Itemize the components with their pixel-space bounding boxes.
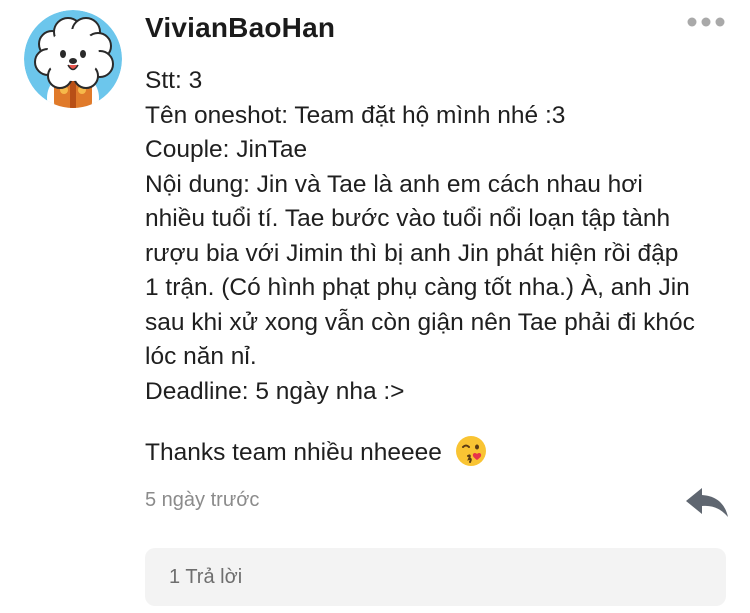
face-blowing-kiss-emoji-icon (455, 436, 486, 466)
more-dots-icon (687, 17, 725, 27)
comment-line: Tên oneshot: Team đặt hộ mình nhé :3 (145, 101, 566, 129)
comment-line: lóc năn nỉ. (145, 343, 257, 370)
comment-line: Stt: 3 (145, 67, 203, 94)
user-avatar[interactable] (24, 10, 122, 108)
comment-body: Stt: 3 Tên oneshot: Team đặt hộ mình nhé… (145, 64, 735, 409)
comment-line: rượu bia với Jimin thì bị anh Jin phát h… (145, 239, 679, 267)
comment-line: nhiều tuổi tí. Tae bước vào tuổi nổi loạ… (145, 205, 671, 232)
comment-timestamp: 5 ngày trước (145, 489, 260, 511)
thanks-text: Thanks team nhiều nheeee (145, 439, 442, 466)
comment-author[interactable]: VivianBaoHan (145, 12, 335, 44)
replies-count-label: 1 Trả lời (169, 565, 243, 588)
view-replies-button[interactable]: 1 Trả lời (145, 548, 726, 606)
comment-line: 1 trận. (Có hình phạt phụ càng tốt nha.)… (145, 274, 690, 301)
more-options-button[interactable] (684, 8, 728, 36)
reply-arrow-icon (686, 488, 728, 517)
comment-line: Deadline: 5 ngày nha :> (145, 377, 405, 405)
reply-button[interactable] (684, 484, 730, 520)
comment-card: VivianBaoHan Stt: 3 Tên oneshot: Team đặ… (0, 0, 750, 613)
comment-thanks-line: Thanks team nhiều nheeee (145, 435, 487, 471)
comment-line: sau khi xử xong vẫn còn giận nên Tae phả… (145, 308, 695, 336)
comment-line: Nội dung: Jin và Tae là anh em cách nhau… (145, 170, 643, 198)
comment-line: Couple: JinTae (145, 136, 308, 163)
bt21-rj-avatar-icon (24, 10, 122, 108)
